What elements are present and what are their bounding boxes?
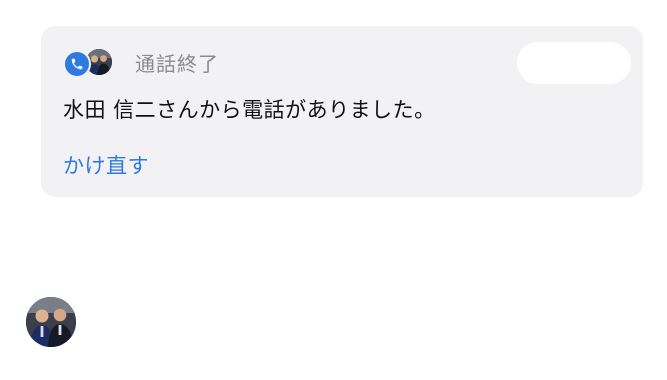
call-message: 水田 信二さんから電話がありました。: [63, 98, 436, 122]
avatar[interactable]: [26, 297, 76, 347]
timestamp-redacted: [517, 42, 631, 84]
call-status-title: 通話終了: [135, 51, 219, 76]
phone-icon: [63, 50, 91, 78]
call-back-link[interactable]: かけ直す: [63, 150, 149, 180]
call-icon-group: [63, 47, 115, 78]
chat-view: 通話終了 水田 信二さんから電話がありました。 かけ直す: [0, 0, 667, 380]
call-card-header: 通話終了: [63, 46, 219, 78]
call-event-card: 通話終了 水田 信二さんから電話がありました。 かけ直す: [41, 26, 643, 197]
